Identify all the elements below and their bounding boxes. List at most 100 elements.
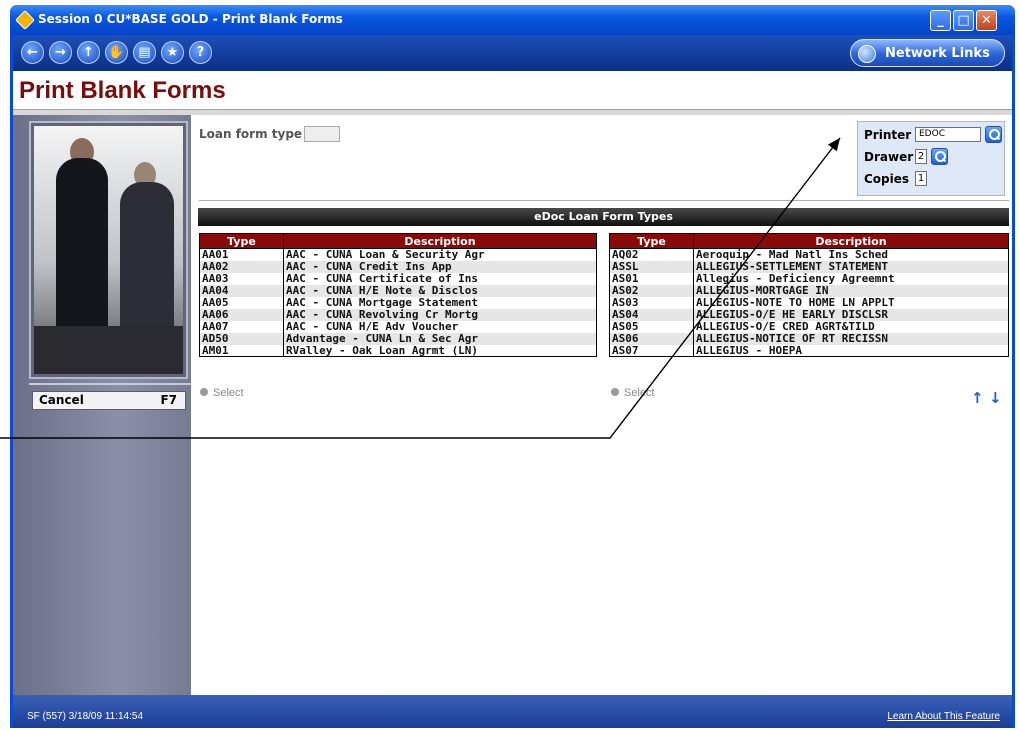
cell-description: Aeroquip - Mad Natl Ins Sched [693,248,1009,261]
cell-type: ASSL [609,260,694,273]
cell-description: AAC - CUNA Certificate of Ins [283,272,597,285]
printer-input[interactable]: EDOC [915,127,981,142]
app-icon [15,10,35,30]
minimize-button[interactable]: _ [930,10,951,31]
table-row[interactable]: AA05 AAC - CUNA Mortgage Statement [199,296,597,309]
photo-desk [34,326,183,374]
column-header-type[interactable]: Type [199,233,284,249]
cancel-shortcut: F7 [160,393,177,407]
table-row[interactable]: AS06 ALLEGIUS-NOTICE OF RT RECISSN [609,332,1009,345]
cell-type: AS02 [609,284,694,297]
select-label: Select [624,387,655,399]
status-bar: SF (557) 3/18/09 11:14:54 Learn About Th… [13,695,1012,728]
table-row[interactable]: AS01 Allegius - Deficiency Agreemnt [609,272,1009,285]
column-header-type[interactable]: Type [609,233,694,249]
app-window: Session 0 CU*BASE GOLD - Print Blank For… [10,5,1015,728]
back-arrow-icon[interactable]: ← [21,41,44,64]
cell-description: Advantage - CUNA Ln & Sec Agr [283,332,597,345]
select-button-left[interactable]: Select [200,387,244,399]
sidebar: Cancel F7 [13,115,191,695]
column-header-description[interactable]: Description [283,233,597,249]
forward-arrow-icon[interactable]: → [49,41,72,64]
copies-input[interactable]: 1 [915,171,927,186]
select-label: Select [213,387,244,399]
table-row[interactable]: AS03 ALLEGIUS-NOTE TO HOME LN APPLT [609,296,1009,309]
cell-type: AS04 [609,308,694,321]
table-row[interactable]: AA02 AAC - CUNA Credit Ins App [199,260,597,273]
cell-type: AM01 [199,344,284,357]
drawer-label: Drawer [864,150,914,164]
cell-description: AAC - CUNA H/E Adv Voucher [283,320,597,333]
drawer-input[interactable]: 2 [915,149,927,164]
cell-description: AAC - CUNA Revolving Cr Mortg [283,308,597,321]
favorites-star-icon[interactable]: ★ [161,41,184,64]
status-session-info: SF (557) 3/18/09 11:14:54 [27,711,144,722]
loan-form-type-input[interactable] [304,126,340,142]
minimize-icon: _ [937,13,944,28]
help-icon[interactable]: ? [189,41,212,64]
cell-description: AAC - CUNA Loan & Security Agr [283,248,597,261]
close-button[interactable]: ✕ [976,10,997,31]
cell-description: AAC - CUNA H/E Note & Disclos [283,284,597,297]
business-photo [29,121,188,379]
network-links-button[interactable]: Network Links [850,39,1005,67]
cell-type: AQ02 [609,248,694,261]
cell-type: AS07 [609,344,694,357]
cell-type: AA06 [199,308,284,321]
printer-lookup-icon[interactable] [985,126,1002,143]
table-row[interactable]: AS07 ALLEGIUS - HOEPA [609,344,1009,357]
cell-type: AA03 [199,272,284,285]
network-links-label: Network Links [885,46,990,61]
cancel-button[interactable]: Cancel F7 [32,391,186,410]
table-row[interactable]: AQ02 Aeroquip - Mad Natl Ins Sched [609,248,1009,261]
cell-type: AA05 [199,296,284,309]
title-bar[interactable]: Session 0 CU*BASE GOLD - Print Blank For… [10,5,1015,35]
table-row[interactable]: AA03 AAC - CUNA Certificate of Ins [199,272,597,285]
table-row[interactable]: AA04 AAC - CUNA H/E Note & Disclos [199,284,597,297]
table-row[interactable]: ASSL ALLEGIUS-SETTLEMENT STATEMENT [609,260,1009,273]
scroll-down-icon[interactable]: ↓ [989,389,1002,407]
cell-type: AS03 [609,296,694,309]
print-icon[interactable]: ▤ [133,41,156,64]
page-title: Print Blank Forms [19,77,226,104]
cell-description: ALLEGIUS-NOTE TO HOME LN APPLT [693,296,1009,309]
table-row[interactable]: AS05 ALLEGIUS-O/E CRED AGRT&TILD [609,320,1009,333]
cell-description: ALLEGIUS-NOTICE OF RT RECISSN [693,332,1009,345]
select-button-right[interactable]: Select [611,387,655,399]
copies-label: Copies [864,172,910,186]
table-row[interactable]: AA01 AAC - CUNA Loan & Security Agr [199,248,597,261]
cell-description: ALLEGIUS-SETTLEMENT STATEMENT [693,260,1009,273]
cell-type: AA07 [199,320,284,333]
table-row[interactable]: AD50 Advantage - CUNA Ln & Sec Agr [199,332,597,345]
cell-description: ALLEGIUS-O/E HE EARLY DISCLSR [693,308,1009,321]
cell-description: ALLEGIUS-O/E CRED AGRT&TILD [693,320,1009,333]
photo-image [34,126,183,374]
table-row[interactable]: AS04 ALLEGIUS-O/E HE EARLY DISCLSR [609,308,1009,321]
table-row[interactable]: AS02 ALLEGIUS-MORTGAGE IN [609,284,1009,297]
section-divider [199,200,1009,201]
maximize-icon: □ [957,13,970,28]
column-header-description[interactable]: Description [693,233,1009,249]
radio-dot-icon [200,388,208,396]
window-title: Session 0 CU*BASE GOLD - Print Blank For… [38,12,343,26]
table-row[interactable]: AA07 AAC - CUNA H/E Adv Voucher [199,320,597,333]
cell-description: ALLEGIUS - HOEPA [693,344,1009,357]
scroll-up-icon[interactable]: ↑ [971,389,984,407]
up-arrow-icon[interactable]: ↑ [77,41,100,64]
stop-hand-icon[interactable]: ✋ [105,41,128,64]
sidebar-divider [29,383,191,385]
cell-type: AD50 [199,332,284,345]
table-row[interactable]: AA06 AAC - CUNA Revolving Cr Mortg [199,308,597,321]
photo-figure [56,158,108,338]
radio-dot-icon [611,388,619,396]
main-content: Print Blank Forms Cancel F7 Loan form ty… [13,71,1012,728]
cancel-label: Cancel [39,393,84,407]
form-types-table-left: Type Description AA01 AAC - CUNA Loan & S… [199,233,597,357]
maximize-button[interactable]: □ [953,10,974,31]
cell-type: AA04 [199,284,284,297]
cell-type: AA01 [199,248,284,261]
learn-about-feature-link[interactable]: Learn About This Feature [887,711,1000,722]
close-icon: ✕ [981,13,992,28]
drawer-lookup-icon[interactable] [931,148,948,165]
table-row[interactable]: AM01 RValley - Oak Loan Agrmt (LN) [199,344,597,357]
